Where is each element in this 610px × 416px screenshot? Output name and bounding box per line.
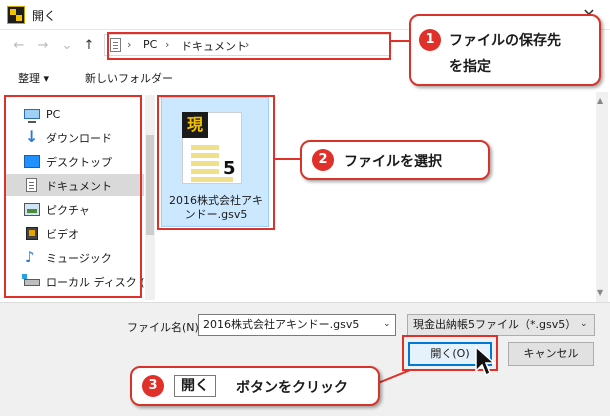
step-number-badge: 1 xyxy=(419,29,441,51)
nav-pane-scrollbar-thumb[interactable] xyxy=(146,135,154,235)
nav-pane-scrollbar[interactable] xyxy=(145,95,155,300)
new-folder-button[interactable]: 新しいフォルダー xyxy=(85,70,173,86)
file-type-chevron-icon[interactable]: ⌄ xyxy=(580,319,588,329)
filename-label: ファイル名(N): xyxy=(127,321,203,334)
cancel-button[interactable]: キャンセル xyxy=(508,342,594,366)
file-list-scrollbar[interactable]: ▲ ▼ xyxy=(596,92,608,302)
up-arrow-icon[interactable]: ↑ xyxy=(80,37,98,55)
file-type-select[interactable]: 現金出納帳5ファイル（*.gsv5） xyxy=(407,314,595,336)
callout-3: 3 開く ボタンをクリック xyxy=(130,366,380,406)
address-bar-highlight xyxy=(107,32,391,60)
scroll-down-arrow-icon[interactable]: ▼ xyxy=(597,288,603,297)
nav-pane-highlight xyxy=(4,95,142,298)
step-number-badge: 3 xyxy=(142,375,164,397)
filename-input[interactable]: 2016株式会社アキンドー.gsv5 xyxy=(198,314,396,336)
scroll-up-arrow-icon[interactable]: ▲ xyxy=(597,96,603,105)
app-icon xyxy=(7,6,25,24)
recent-locations-chevron-icon[interactable]: ⌄ xyxy=(58,37,76,55)
callout-2-text: ファイルを選択 xyxy=(344,154,442,170)
callout-3-open-chip: 開く xyxy=(174,375,216,397)
window-title: 開く xyxy=(32,9,57,23)
callout-1-text-line2: を指定 xyxy=(449,59,491,75)
callout-2: 2 ファイルを選択 xyxy=(300,140,490,180)
file-item-highlight xyxy=(157,95,275,230)
callout-3-text: ボタンをクリック xyxy=(236,380,348,396)
step-number-badge: 2 xyxy=(312,149,334,171)
filename-dropdown-chevron-icon[interactable]: ⌄ xyxy=(383,319,391,329)
forward-arrow-icon[interactable]: → xyxy=(34,37,52,55)
organize-menu-button[interactable]: 整理 ▾ xyxy=(18,70,49,86)
callout-1-leader xyxy=(391,40,409,42)
callout-1-text-line1: ファイルの保存先 xyxy=(449,33,561,49)
callout-1: 1 ファイルの保存先 を指定 xyxy=(409,14,601,86)
callout-2-leader xyxy=(275,158,301,160)
back-arrow-icon[interactable]: ← xyxy=(10,37,28,55)
mouse-cursor-icon xyxy=(475,345,496,377)
